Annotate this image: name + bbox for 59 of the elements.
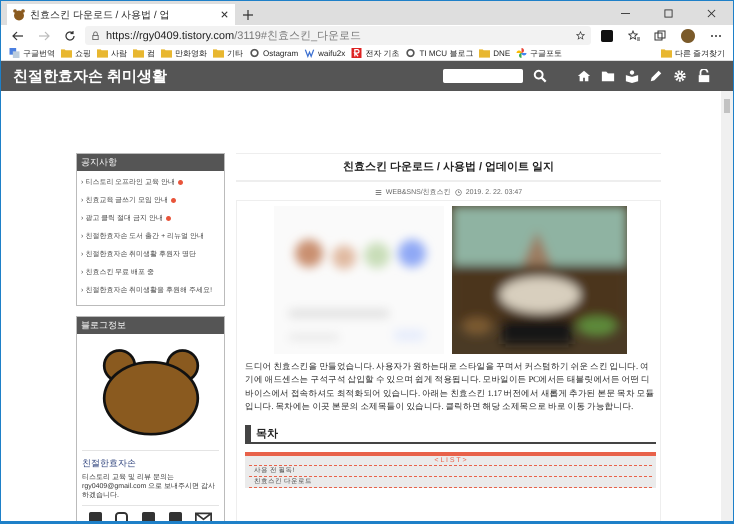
bookmark[interactable]: DNE — [479, 48, 510, 58]
scrollbar[interactable] — [721, 91, 733, 521]
mail-icon[interactable] — [195, 512, 212, 521]
home-icon[interactable] — [577, 69, 591, 83]
bear-icon — [13, 8, 25, 20]
back-icon[interactable] — [12, 30, 24, 42]
bookmark[interactable]: 구글포토 — [516, 48, 562, 58]
post-paragraph: 드디어 친효스킨을 만들었습니다. 사용자가 원하는대로 스타일을 꾸며서 커스텀하기 쉬운 스킨 입니다. 여기에 애드센스는 구석구석 삽입할 수 있으며 쉽게 적용됩니다. 모바일이든 PC에서든 태블릿에서든 어떤 디바이스에서 접속하셔도 최적화되어 있습니다. 아래는 친효스킨 1.17 버전에서 새롭게 추가된 본문 목차 모듈 입니다. 목차에는 이곳 본문의 소제목들이 있습니다. 클릭하면 해당 소제목으로 바로 이동 가능합니다. — [245, 360, 656, 413]
close-icon[interactable] — [220, 10, 229, 19]
folder-icon[interactable] — [601, 69, 615, 83]
folder-icon — [133, 48, 144, 58]
maximize-icon[interactable] — [664, 8, 673, 18]
blog-title[interactable]: 친절한효자손 취미생활 — [13, 66, 168, 86]
clock-icon — [454, 188, 462, 196]
profile-name[interactable]: 친절한효자손 — [82, 450, 219, 470]
folder-icon — [479, 48, 490, 58]
bookmark[interactable]: waifu2x — [304, 48, 346, 58]
settings-icon[interactable] — [673, 69, 687, 83]
close-icon[interactable] — [707, 8, 716, 18]
bookmark[interactable]: 사람 — [97, 48, 127, 58]
bookmark[interactable]: 만화영화 — [161, 48, 207, 58]
bookmark[interactable]: 기타 — [213, 48, 243, 58]
w-icon — [304, 48, 316, 58]
new-tab-icon[interactable] — [243, 10, 253, 20]
refresh-icon[interactable] — [64, 30, 76, 42]
camera-icon[interactable] — [115, 512, 128, 521]
bookmark[interactable]: 쇼핑 — [61, 48, 91, 58]
bookmark[interactable]: TI MCU 블로그 — [405, 48, 474, 58]
unlock-icon[interactable] — [697, 69, 711, 83]
r-icon — [351, 48, 362, 58]
post-title: 친효스킨 다운로드 / 사용법 / 업데이트 일지 — [236, 153, 661, 182]
notice-heading: 공지사항 — [77, 154, 224, 171]
list-icon — [374, 188, 382, 196]
search-field[interactable] — [443, 69, 523, 83]
folder-icon — [213, 48, 224, 58]
reader-icon[interactable] — [625, 69, 639, 83]
extension-icon[interactable] — [601, 30, 613, 42]
address-field[interactable]: https://rgy0409.tistory.com/3119#친효스킨_다운로드 — [85, 26, 591, 45]
pen-icon[interactable] — [649, 69, 663, 83]
bookmark[interactable]: 다른 즐겨찾기 — [660, 48, 725, 58]
favorites-icon[interactable] — [628, 30, 640, 42]
lock-icon — [91, 31, 100, 40]
bookmark[interactable]: 구글번역 — [9, 48, 55, 58]
folder-icon — [97, 48, 108, 58]
profile-heading: 블로그정보 — [77, 317, 224, 334]
bookmark[interactable]: Ostagram — [249, 48, 298, 58]
star-icon[interactable] — [576, 31, 585, 40]
collections-icon[interactable] — [654, 30, 666, 42]
toc-heading: 목차 — [245, 425, 656, 444]
translate-icon — [9, 48, 20, 58]
folder-icon — [161, 48, 172, 58]
avatar-icon[interactable] — [681, 28, 695, 42]
browser-tab[interactable]: 친효스킨 다운로드 / 사용법 / 업 — [7, 4, 235, 25]
folder-icon — [660, 48, 672, 58]
search-icon[interactable] — [533, 69, 547, 83]
pinwheel-icon — [516, 48, 528, 58]
folder-icon — [61, 48, 72, 58]
bookmark[interactable]: 컴 — [133, 48, 155, 58]
bookmark[interactable]: 전자 기초 — [351, 48, 400, 58]
